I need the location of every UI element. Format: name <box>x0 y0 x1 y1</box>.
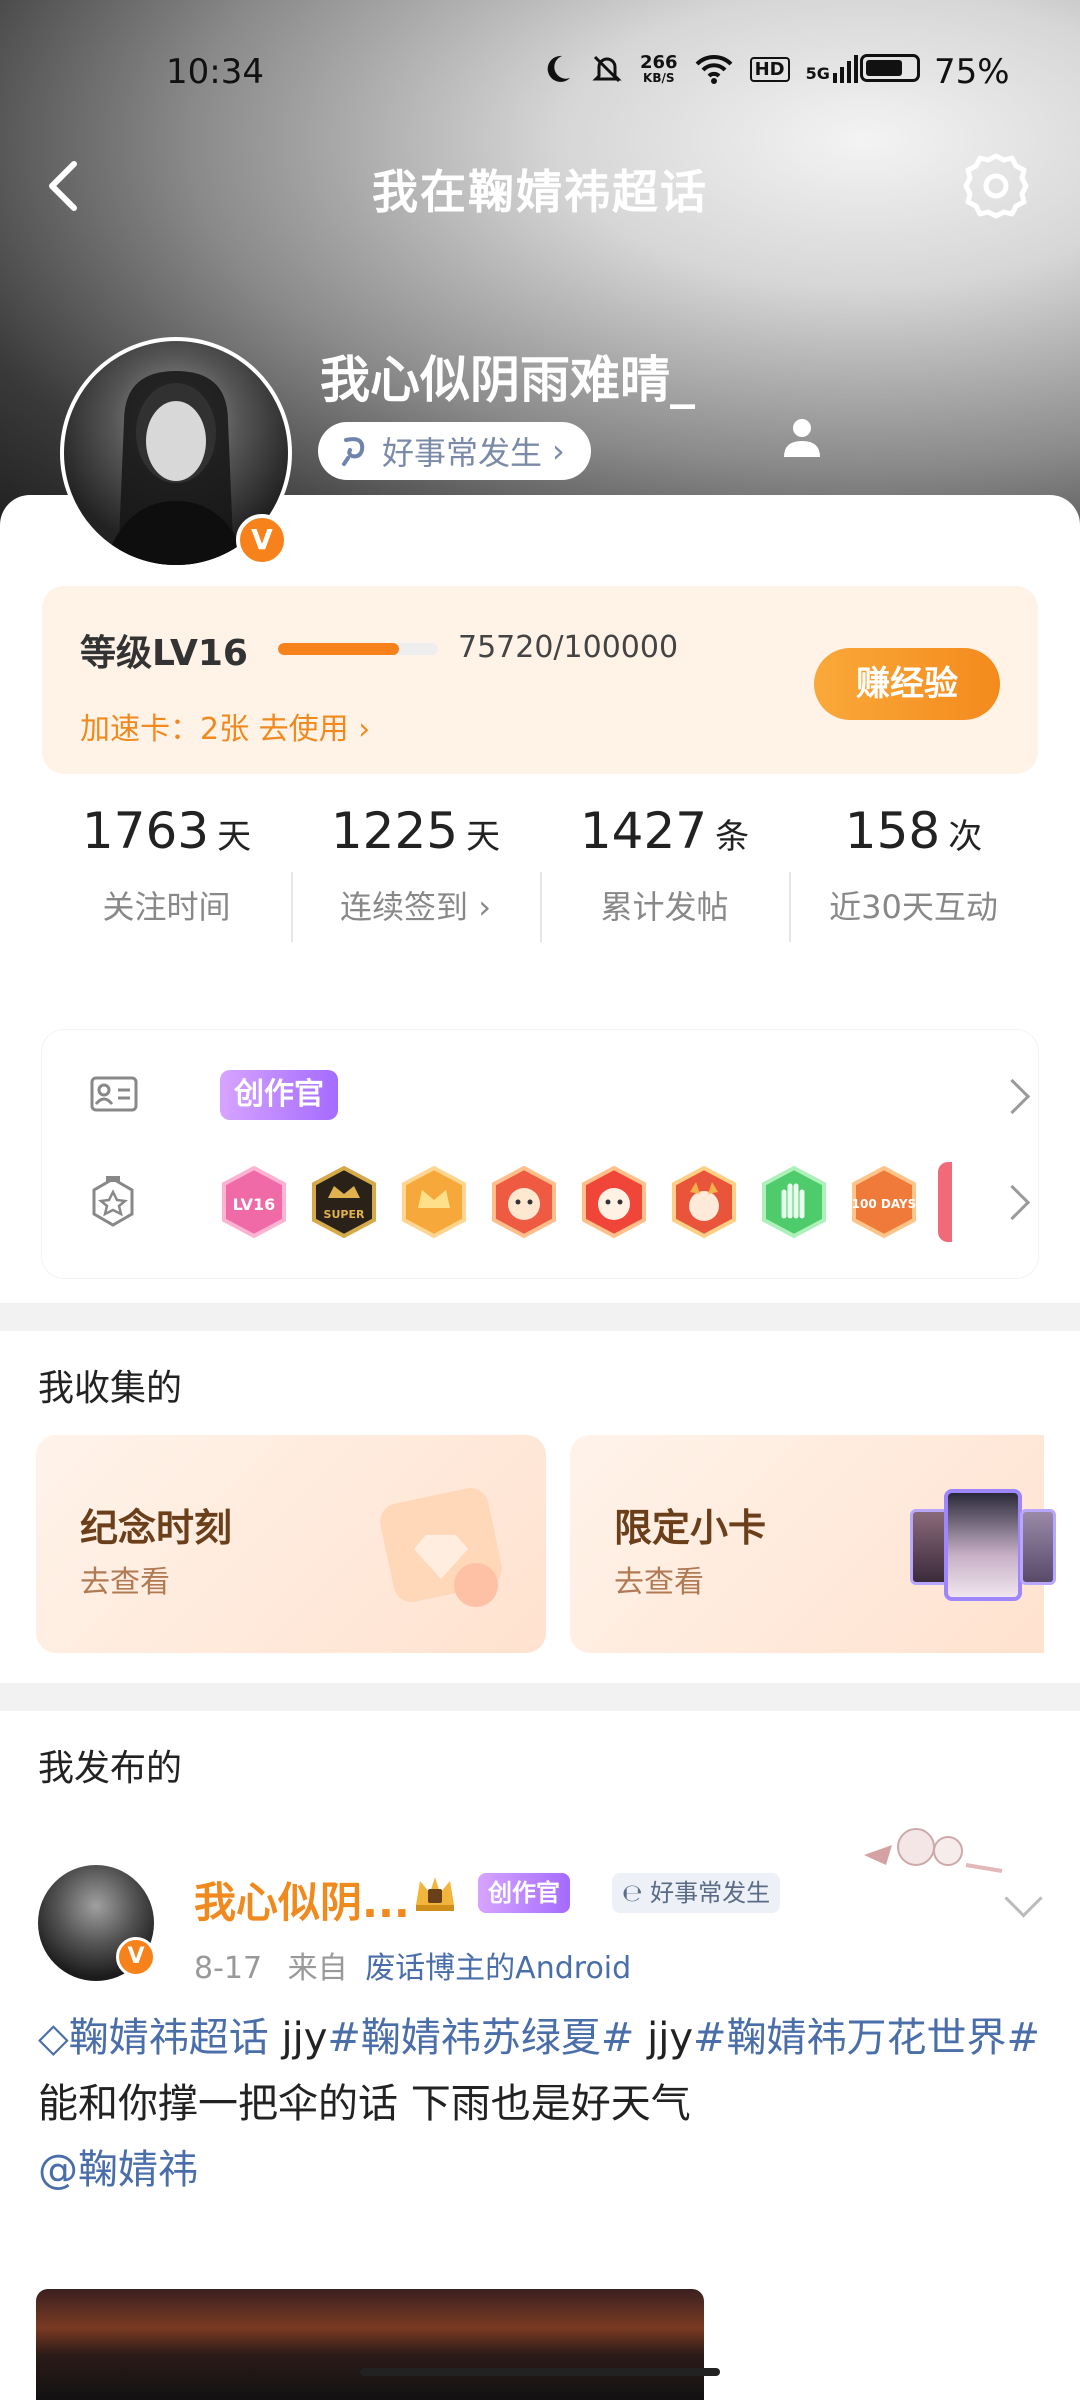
signal-icon: 5G <box>806 55 858 83</box>
post-author-name[interactable]: 我心似阴... <box>194 1869 410 1930</box>
person-icon <box>784 419 820 457</box>
hashtag-link[interactable]: #鞠婧祎万花世界# <box>693 2015 1040 2061</box>
tag-logo-icon: ℮ <box>622 1879 651 1907</box>
hand-medal-icon <box>762 1165 826 1239</box>
net-speed: 266 KB/S <box>640 52 678 85</box>
home-indicator[interactable] <box>360 2368 720 2376</box>
medal-outline-icon <box>92 1176 134 1227</box>
gear-icon[interactable] <box>960 150 1032 222</box>
hashtag-link[interactable]: #鞠婧祎苏绿夏# <box>327 2015 634 2061</box>
post-source-link[interactable]: 废话博主的Android <box>365 1951 631 1986</box>
svg-text:100 DAYS: 100 DAYS <box>852 1197 917 1211</box>
post-item[interactable]: V 我心似阴... 创作官 ℮ 好事常发生 8-17 来自 废话博主的Andro… <box>0 1815 1080 2400</box>
stat-interactions: 158 次 近30天互动 <box>829 802 998 926</box>
stats-row: 1763 天 关注时间 1225 天 连续签到 › 1427 条 累计发帖 158 次 … <box>42 802 1038 982</box>
profile-tag-pill[interactable]: 好事常发生 › <box>318 422 591 480</box>
posted-section: 我发布的 <box>0 1711 1080 1816</box>
stat-checkin[interactable]: 1225 天 连续签到 › <box>291 802 540 928</box>
level-exp: 75720/100000 <box>458 630 679 665</box>
decoration-sticker-icon <box>864 1828 1003 1873</box>
battery-icon <box>860 54 920 82</box>
status-bar: 10:34 266 KB/S HD 5G 75% <box>0 52 1080 92</box>
battery-fill <box>866 60 902 76</box>
battery-percent: 75% <box>934 52 1010 92</box>
chevron-right-icon: › <box>468 888 491 926</box>
mention-link[interactable]: @鞠婧祎 <box>38 2147 198 2193</box>
post-meta: 8-17 来自 废话博主的Android <box>194 1951 632 1986</box>
crown-badge-icon <box>416 1877 454 1911</box>
diamond-icon: ◇ <box>38 2015 69 2061</box>
profile-tag-label: 好事常发生 <box>382 434 543 472</box>
speed-card-link[interactable]: 加速卡：2张 去使用 › <box>80 704 370 748</box>
posted-title: 我发布的 <box>38 1748 183 1789</box>
identity-row[interactable]: 创作官 <box>90 1070 1031 1126</box>
level-label: 等级LV16 <box>80 633 248 674</box>
chevron-right-icon <box>994 1078 1031 1115</box>
photo-cards-icon <box>910 1489 1056 1601</box>
memorial-moments-card[interactable]: 纪念时刻 去查看 <box>36 1435 546 1653</box>
post-author-tag: ℮ 好事常发生 <box>612 1873 781 1913</box>
100-days-medal-icon: 100 DAYS <box>852 1165 917 1239</box>
verified-badge: V <box>236 514 288 566</box>
chevron-right-icon: › <box>358 712 371 747</box>
topic-link[interactable]: ◇鞠婧祎超话 <box>38 2015 269 2061</box>
level-progress-fill <box>278 643 400 655</box>
collected-title: 我收集的 <box>38 1368 183 1409</box>
status-time: 10:34 <box>166 52 264 92</box>
medals-row[interactable]: LV16 SUPER 100 DAYS <box>90 1158 1031 1248</box>
calendar-diamond-icon <box>380 1488 502 1607</box>
stat-posts: 1427 条 累计发帖 <box>579 802 750 926</box>
status-icons: 266 KB/S HD 5G <box>540 52 858 86</box>
chevron-right-icon <box>994 1184 1031 1221</box>
medal-overflow <box>938 1162 952 1242</box>
mute-bell-icon <box>592 55 622 83</box>
creator-badge: 创作官 <box>220 1070 338 1120</box>
id-card-icon <box>90 1076 138 1112</box>
creator-badge: 创作官 <box>478 1873 570 1913</box>
post-text: 能和你撑一把伞的话 下雨也是好天气 <box>38 2081 691 2127</box>
stat-follow-time: 1763 天 关注时间 <box>81 802 252 926</box>
post-image[interactable] <box>36 2289 704 2400</box>
level-panel: 等级LV16 75720/100000 加速卡：2张 去使用 › 赚经验 <box>42 586 1038 774</box>
tag-logo-icon <box>342 437 365 466</box>
super-medal-icon: SUPER <box>312 1165 376 1239</box>
page-title: 我在鞠婧祎超话 <box>372 165 708 219</box>
chevron-down-icon[interactable] <box>1004 1879 1043 1918</box>
chevron-right-icon: › <box>552 432 565 470</box>
fox-medal-icon <box>672 1165 736 1239</box>
crown-medal-icon <box>402 1165 466 1239</box>
limited-card-card[interactable]: 限定小卡 去查看 <box>570 1435 1056 1653</box>
hd-badge: HD <box>749 56 790 82</box>
earn-exp-button[interactable]: 赚经验 <box>814 648 1000 720</box>
section-divider <box>0 1683 1080 1711</box>
badges-panel: 创作官 LV16 SUPER 100 DAYS <box>42 1030 1038 1278</box>
lv16-medal-icon: LV16 <box>222 1165 286 1239</box>
top-nav: 我在鞠婧祎超话 <box>0 150 1080 220</box>
svg-text:LV16: LV16 <box>233 1195 276 1214</box>
verified-badge: V <box>116 1937 156 1977</box>
username[interactable]: 我心似阴雨难晴_ <box>320 340 695 412</box>
cat-medal-icon <box>492 1165 556 1239</box>
wifi-icon <box>695 54 732 84</box>
cat-medal-2-icon <box>582 1165 646 1239</box>
moon-icon <box>547 55 570 82</box>
post-body: ◇鞠婧祎超话 jjy#鞠婧祎苏绿夏# jjy#鞠婧祎万花世界# 能和你撑一把伞的… <box>38 2015 1041 2193</box>
svg-text:SUPER: SUPER <box>324 1208 365 1221</box>
section-divider <box>0 1303 1080 1331</box>
level-progress-bar <box>278 643 438 655</box>
